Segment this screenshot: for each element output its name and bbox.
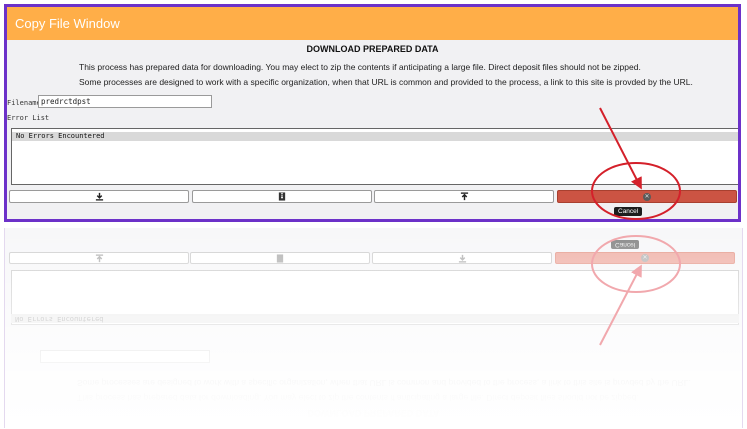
- reflected-annotation-arrow: [599, 264, 642, 346]
- screenshot-stage: Copy File Window DOWNLOAD PREPARED DATA …: [0, 0, 747, 429]
- annotation-circle: [591, 162, 681, 220]
- annotation-overlay: [591, 107, 681, 346]
- reflected-annotation-circle: [591, 235, 681, 293]
- annotation-arrow: [599, 107, 642, 190]
